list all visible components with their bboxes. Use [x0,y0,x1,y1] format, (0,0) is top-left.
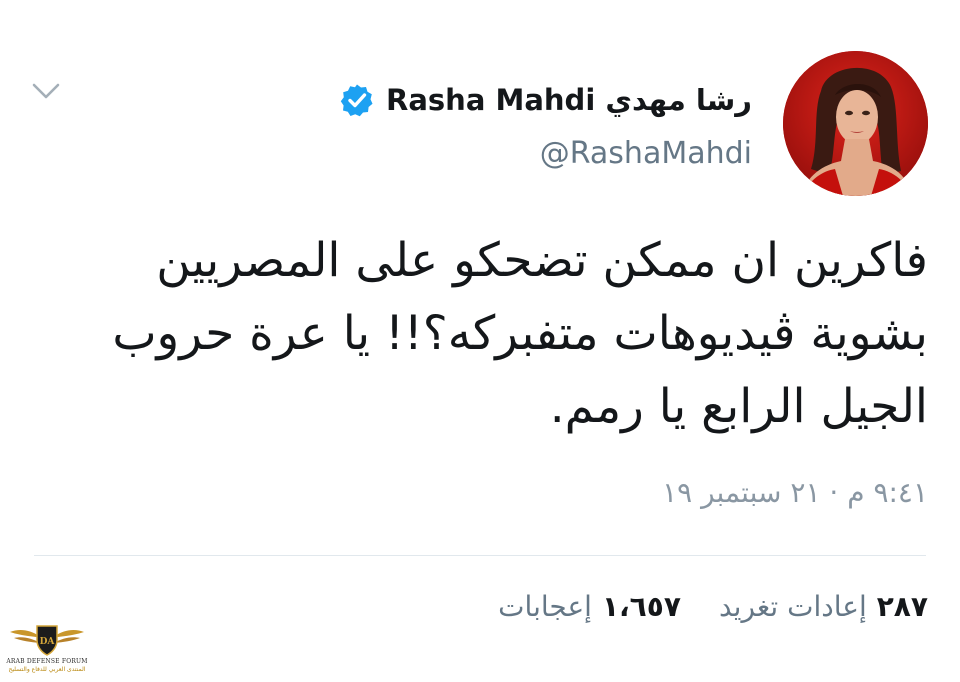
author-handle[interactable]: @RashaMahdi [340,136,752,171]
avatar-image [783,51,928,196]
likes-stat[interactable]: ١،٦٥٧ إعجابات [498,590,681,623]
tweet-text: فاكرين ان ممكن تضحكو على المصريين بشوية … [112,233,928,434]
likes-label: إعجابات [498,590,592,623]
arab-defense-forum-watermark: DA ARAB DEFENSE FORUM المنتدى العربي للد… [4,618,90,676]
verified-badge-icon [340,84,373,117]
avatar[interactable] [783,51,928,196]
author-display-name[interactable]: رشا مهدي Rasha Mahdi [386,83,752,117]
tweet-stats: ٢٨٧ إعادات تغريد ١،٦٥٧ إعجابات [498,590,928,623]
watermark-title: ARAB DEFENSE FORUM [6,658,88,665]
retweets-count: ٢٨٧ [876,590,928,623]
author-name-row: رشا مهدي Rasha Mahdi [340,76,752,124]
tweet-timestamp[interactable]: ٩:٤١ م · ٢١ سبتمبر ١٩ [662,476,928,509]
forum-logo-icon: DA [10,625,84,656]
likes-count: ١،٦٥٧ [601,590,681,623]
watermark-subtitle: المنتدى العربي للدفاع والتسليح [8,666,86,673]
retweets-label: إعادات تغريد [718,590,867,623]
retweets-stat[interactable]: ٢٨٧ إعادات تغريد [719,590,928,623]
divider [34,555,926,556]
chevron-down-icon[interactable] [30,80,62,102]
tweet-author: رشا مهدي Rasha Mahdi @RashaMahdi [340,76,752,171]
forum-logo-badge: DA [40,637,56,647]
